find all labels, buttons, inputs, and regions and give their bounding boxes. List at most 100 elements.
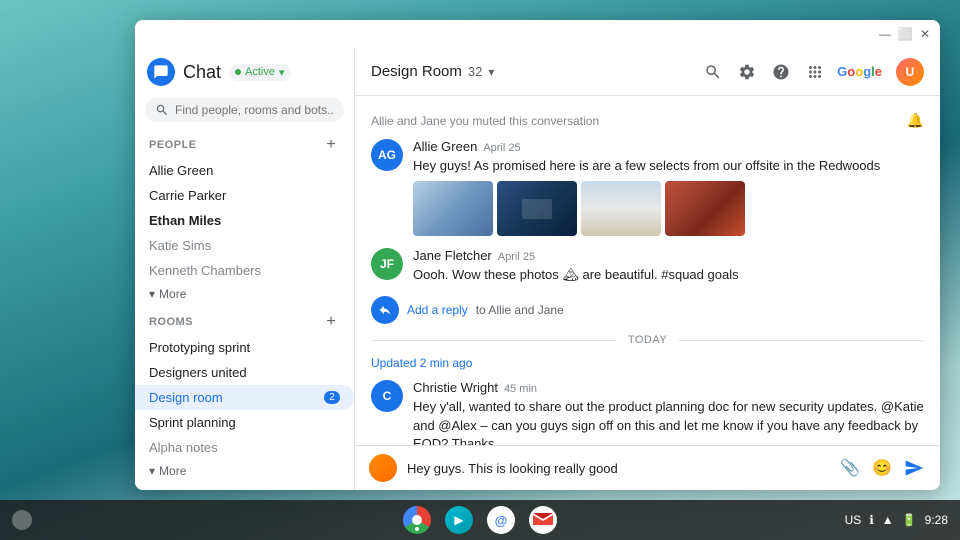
send-button[interactable]	[902, 456, 926, 480]
at-icon: @	[487, 506, 515, 534]
rooms-more-button[interactable]: ▾ More	[135, 460, 354, 482]
muted-notice: Allie and Jane you muted this conversati…	[371, 108, 924, 139]
rooms-section-header: ROOMS +	[135, 305, 354, 335]
message-header: Christie Wright 45 min	[413, 380, 924, 395]
sidebar-item-alpha-notes[interactable]: Alpha notes	[135, 435, 354, 460]
bots-section-header: BOTS +	[135, 482, 354, 490]
photo-thumb	[665, 181, 745, 236]
divider-line	[679, 340, 924, 341]
photo-thumb	[581, 181, 661, 236]
message-content: Christie Wright 45 min Hey y'all, wanted…	[413, 380, 924, 445]
apps-button[interactable]	[803, 60, 827, 84]
message-header: Jane Fletcher April 25	[413, 248, 924, 263]
message-time: April 25	[483, 142, 520, 154]
maximize-button[interactable]: ⬜	[898, 27, 912, 41]
person-name: Katie Sims	[149, 238, 211, 253]
people-section-header: PEOPLE +	[135, 128, 354, 158]
room-badge: 2	[324, 391, 340, 404]
app-title: Chat	[183, 62, 221, 83]
person-name: Ethan Miles	[149, 213, 221, 228]
add-reply-button[interactable]: Add a reply	[407, 303, 468, 317]
people-label: PEOPLE	[149, 139, 197, 151]
message-header: Allie Green April 25	[413, 139, 924, 154]
emoji-button[interactable]: 😊	[870, 456, 894, 480]
people-more-button[interactable]: ▾ More	[135, 283, 354, 305]
message-text: Hey y'all, wanted to share out the produ…	[413, 398, 924, 445]
play-store-icon: ▶	[445, 506, 473, 534]
help-button[interactable]	[769, 60, 793, 84]
taskbar-center: ▶ @	[403, 506, 557, 534]
sidebar-item-design-room[interactable]: Design room 2	[135, 385, 354, 410]
message-group: JF Jane Fletcher April 25 Oooh. Wow thes…	[371, 248, 924, 284]
chevron-down-icon[interactable]: ▾	[488, 65, 494, 79]
settings-button[interactable]	[735, 60, 759, 84]
sidebar-item-sprint-planning[interactable]: Sprint planning	[135, 410, 354, 435]
messages-container: Allie and Jane you muted this conversati…	[355, 96, 940, 445]
sidebar-item-ethan-miles[interactable]: Ethan Miles	[135, 208, 354, 233]
muted-text: Allie and Jane you muted this conversati…	[371, 114, 599, 128]
avatar: AG	[371, 139, 403, 171]
search-chat-button[interactable]	[701, 60, 725, 84]
add-room-button[interactable]: +	[322, 313, 340, 331]
attach-file-button[interactable]: 📎	[838, 456, 862, 480]
at-taskbar-item[interactable]: @	[487, 506, 515, 534]
launcher-button[interactable]	[12, 510, 32, 530]
message-group: C Christie Wright 45 min Hey y'all, want…	[371, 380, 924, 445]
sidebar-item-allie-green[interactable]: Allie Green	[135, 158, 354, 183]
message-group: AG Allie Green April 25 Hey guys! As pro…	[371, 139, 924, 236]
photo-thumb	[413, 181, 493, 236]
region-label: US	[845, 513, 862, 527]
taskbar-right: US ℹ ▲ 🔋 9:28	[845, 513, 948, 527]
message-input[interactable]	[407, 461, 828, 476]
rooms-label: ROOMS	[149, 316, 193, 328]
app-body: Chat Active ▾ PEOPLE + Allie G	[135, 48, 940, 490]
room-name: Designers united	[149, 365, 247, 380]
photo-grid	[413, 181, 924, 236]
sidebar-item-katie-sims[interactable]: Katie Sims	[135, 233, 354, 258]
message-text: Hey guys! As promised here is are a few …	[413, 157, 924, 175]
sidebar-item-prototyping-sprint[interactable]: Prototyping sprint	[135, 335, 354, 360]
gmail-icon	[529, 506, 557, 534]
status-dot	[235, 69, 241, 75]
chat-area: Design Room 32 ▾	[355, 48, 940, 490]
room-title: Design Room	[371, 63, 462, 80]
user-avatar[interactable]: U	[896, 58, 924, 86]
add-person-button[interactable]: +	[322, 136, 340, 154]
play-store-taskbar-item[interactable]: ▶	[445, 506, 473, 534]
message-input-area: 📎 😊	[355, 445, 940, 490]
input-actions: 📎 😊	[838, 456, 926, 480]
mute-icon: 🔔	[907, 112, 924, 129]
app-window: — ⬜ ✕ Chat Active ▾	[135, 20, 940, 490]
sidebar: Chat Active ▾ PEOPLE + Allie G	[135, 48, 355, 490]
avatar: C	[371, 380, 403, 412]
minimize-button[interactable]: —	[878, 27, 892, 41]
avatar: JF	[371, 248, 403, 280]
search-input[interactable]	[175, 103, 334, 117]
chrome-taskbar-item[interactable]	[403, 506, 431, 534]
titlebar: — ⬜ ✕	[135, 20, 940, 48]
status-label: Active	[245, 66, 275, 78]
message-text: Oooh. Wow these photos 🏔 are beautiful. …	[413, 266, 924, 284]
room-name: Design room	[149, 390, 223, 405]
sender-name: Allie Green	[413, 139, 477, 154]
active-dot	[415, 527, 419, 531]
gmail-taskbar-item[interactable]	[529, 506, 557, 534]
sender-name: Christie Wright	[413, 380, 498, 395]
more-label: More	[159, 287, 186, 301]
typing-avatar	[369, 454, 397, 482]
message-content: Allie Green April 25 Hey guys! As promis…	[413, 139, 924, 236]
person-name: Carrie Parker	[149, 188, 226, 203]
member-count: 32	[468, 64, 482, 79]
close-button[interactable]: ✕	[918, 27, 932, 41]
sidebar-item-kenneth-chambers[interactable]: Kenneth Chambers	[135, 258, 354, 283]
status-badge: Active ▾	[229, 64, 291, 81]
sidebar-item-designers-united[interactable]: Designers united	[135, 360, 354, 385]
app-logo	[147, 58, 175, 86]
time-display: 9:28	[925, 513, 948, 527]
wifi-icon: ▲	[882, 513, 894, 527]
search-bar[interactable]	[145, 98, 344, 122]
google-logo: Google	[837, 64, 882, 79]
battery-icon: 🔋	[902, 513, 917, 527]
chat-header: Design Room 32 ▾	[355, 48, 940, 96]
sidebar-item-carrie-parker[interactable]: Carrie Parker	[135, 183, 354, 208]
